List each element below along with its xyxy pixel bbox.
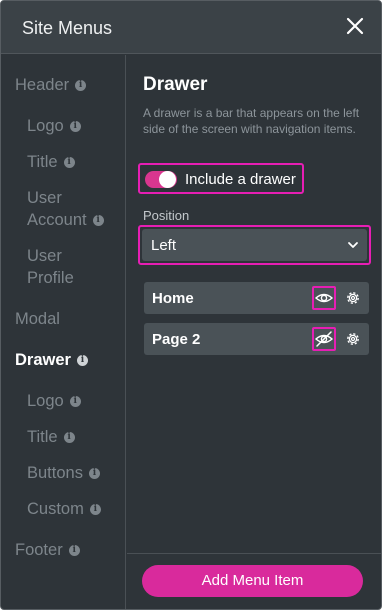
sidebar-item-label: User Profile	[27, 247, 74, 287]
info-icon[interactable]: i	[76, 355, 88, 367]
position-label: Position	[143, 208, 190, 223]
menu-item-page-2[interactable]: Page 2	[144, 323, 369, 355]
info-icon[interactable]: i	[68, 545, 80, 557]
visibility-toggle-button[interactable]	[312, 286, 336, 310]
sidebar-item-label: Logo	[27, 392, 64, 410]
settings-button[interactable]	[344, 330, 362, 348]
sidebar-item-label: Logo	[27, 117, 64, 135]
info-icon[interactable]: i	[92, 215, 104, 227]
site-menus-dialog: Site Menus Header i Logo i Title i User Acc…	[0, 0, 382, 610]
sidebar-item-buttons[interactable]: Buttons i	[27, 462, 100, 484]
section-description: A drawer is a bar that appears on the le…	[143, 106, 360, 136]
menu-item-label: Page 2	[152, 331, 201, 348]
info-icon[interactable]: i	[89, 504, 101, 516]
sidebar-item-label: Header	[15, 76, 70, 94]
dialog-footer: Add Menu Item	[127, 553, 381, 609]
dialog-title: Site Menus	[22, 18, 113, 38]
sidebar-item-label: Title	[27, 428, 58, 446]
sidebar-item-label: Custom	[27, 500, 84, 518]
include-drawer-label: Include a drawer	[185, 171, 296, 188]
info-icon[interactable]: i	[88, 468, 100, 480]
sidebar-item-footer[interactable]: Footer i	[15, 539, 80, 561]
sidebar-item-label: Modal	[15, 310, 60, 328]
info-icon[interactable]: i	[63, 157, 75, 169]
menu-item-label: Home	[152, 290, 194, 307]
section-heading: Drawer	[143, 74, 208, 95]
sidebar-item-modal[interactable]: Modal	[15, 308, 60, 330]
visibility-toggle-button[interactable]	[312, 327, 336, 351]
info-icon[interactable]: i	[63, 432, 75, 444]
gear-icon	[347, 292, 359, 304]
sidebar-item-custom[interactable]: Custom i	[27, 498, 101, 520]
include-drawer-toggle[interactable]	[145, 171, 177, 188]
sidebar-item-label: Buttons	[27, 464, 83, 482]
menu-item-home[interactable]: Home	[144, 282, 369, 314]
sidebar-item-label: Footer	[15, 541, 63, 559]
close-icon	[346, 17, 364, 35]
sidebar-item-label: Drawer	[15, 351, 71, 369]
toggle-knob	[159, 171, 176, 188]
position-select[interactable]: Left	[142, 229, 367, 261]
sidebar-item-label: Title	[27, 153, 58, 171]
gear-icon	[347, 333, 359, 345]
add-menu-item-button[interactable]: Add Menu Item	[142, 565, 363, 597]
chevron-down-icon	[348, 242, 358, 248]
sidebar-item-label: User Account	[27, 189, 87, 229]
sidebar-item-drawer-logo[interactable]: Logo i	[27, 390, 81, 412]
position-value: Left	[151, 237, 177, 254]
sidebar-item-header-logo[interactable]: Logo i	[27, 115, 81, 137]
info-icon[interactable]: i	[69, 396, 81, 408]
drawer-settings-panel: Drawer A drawer is a bar that appears on…	[127, 55, 381, 555]
eye-icon	[314, 293, 334, 303]
dialog-titlebar: Site Menus	[1, 1, 381, 54]
settings-button[interactable]	[344, 289, 362, 307]
info-icon[interactable]: i	[69, 121, 81, 133]
info-icon[interactable]: i	[75, 80, 87, 92]
sidebar-item-user-profile[interactable]: User Profile	[27, 245, 87, 289]
sidebar: Header i Logo i Title i User Account i User …	[1, 55, 126, 609]
sidebar-item-header-title[interactable]: Title i	[27, 151, 75, 173]
sidebar-item-user-account[interactable]: User Account i	[27, 187, 117, 231]
position-select-highlight: Left	[138, 225, 371, 265]
sidebar-item-header[interactable]: Header i	[15, 74, 87, 96]
eye-slash-icon	[314, 331, 334, 347]
sidebar-item-drawer-title[interactable]: Title i	[27, 426, 75, 448]
sidebar-item-drawer[interactable]: Drawer i	[15, 349, 88, 371]
close-button[interactable]	[343, 14, 367, 38]
include-drawer-toggle-row[interactable]: Include a drawer	[138, 163, 304, 194]
